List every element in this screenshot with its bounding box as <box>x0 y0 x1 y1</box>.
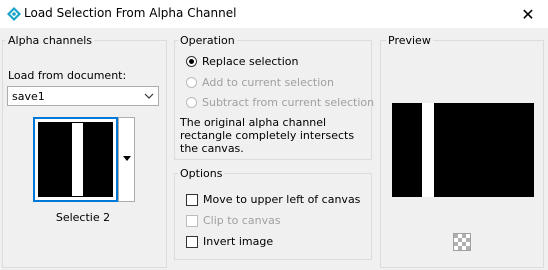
radio-button <box>186 77 197 88</box>
checkbox-label: Move to upper left of canvas <box>203 193 361 206</box>
radio-label: Add to current selection <box>202 76 334 89</box>
checkbox-label: Invert image <box>203 235 274 248</box>
preview-image <box>392 103 534 197</box>
close-icon: ✕ <box>521 4 535 24</box>
window-title: Load Selection From Alpha Channel <box>24 6 237 20</box>
options-label: Options <box>178 167 225 180</box>
radio-replace-selection[interactable]: Replace selection <box>186 55 298 68</box>
preview-stripe <box>422 103 434 197</box>
alpha-channel-name: Selectie 2 <box>55 211 111 224</box>
title-bar: Load Selection From Alpha Channel ✕ <box>0 0 548 28</box>
radio-subtract-from-selection[interactable]: Subtract from current selection <box>186 96 374 109</box>
load-from-document-label: Load from document: <box>8 69 127 82</box>
close-button[interactable]: ✕ <box>508 0 548 28</box>
preview-label: Preview <box>386 34 433 47</box>
dropdown-arrow-icon <box>123 156 131 161</box>
document-select[interactable]: save1 <box>7 86 159 106</box>
checkbox-clip-to-canvas[interactable]: Clip to canvas <box>186 214 281 227</box>
intersection-message: The original alpha channel rectangle com… <box>180 116 355 155</box>
checkbox-move-upper-left[interactable]: Move to upper left of canvas <box>186 193 360 206</box>
checker-pattern <box>454 234 470 250</box>
checkbox-label: Clip to canvas <box>203 214 281 227</box>
radio-label: Replace selection <box>202 55 299 68</box>
paintshop-app-icon <box>7 7 21 21</box>
chevron-down-icon <box>144 93 154 99</box>
checkbox <box>186 235 198 248</box>
document-select-value: save1 <box>12 90 45 103</box>
radio-button <box>186 56 197 67</box>
radio-add-to-selection[interactable]: Add to current selection <box>186 76 334 89</box>
checkbox <box>186 193 198 206</box>
thumbnail-image <box>38 122 113 197</box>
alpha-channel-thumbnail[interactable] <box>33 117 118 202</box>
transparency-checker-icon[interactable] <box>453 233 471 251</box>
checkbox <box>186 214 198 227</box>
radio-label: Subtract from current selection <box>202 96 375 109</box>
operation-label: Operation <box>178 34 237 47</box>
thumbnail-stripe <box>72 123 83 196</box>
checkbox-invert-image[interactable]: Invert image <box>186 235 273 248</box>
thumbnail-dropdown-button[interactable] <box>118 117 135 202</box>
radio-button <box>186 97 197 108</box>
alpha-channels-label: Alpha channels <box>6 34 95 47</box>
